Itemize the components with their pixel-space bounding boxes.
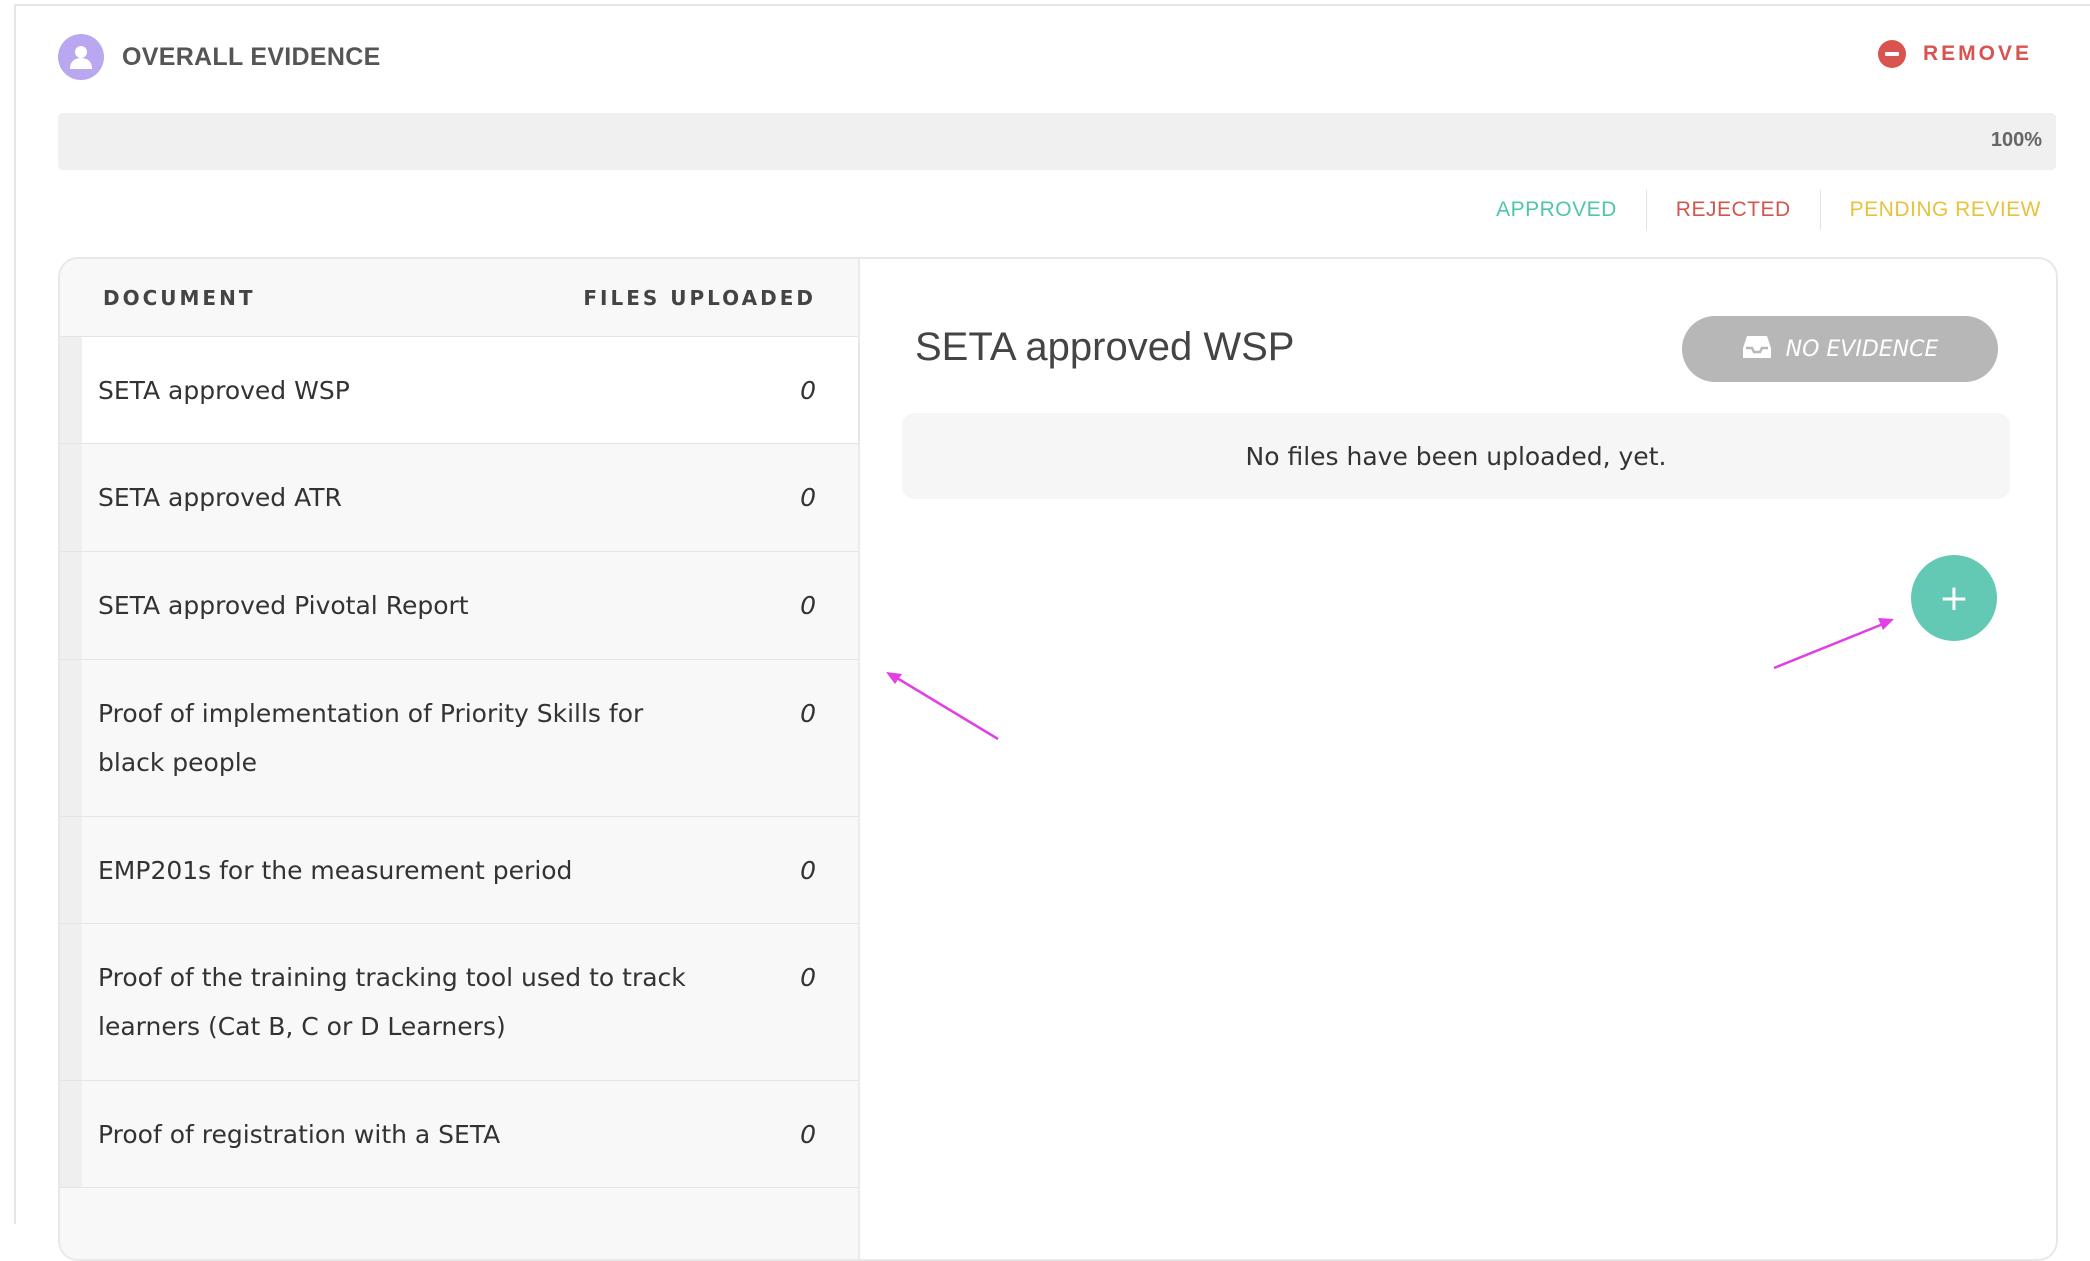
document-name: Proof of implementation of Priority Skil… bbox=[98, 699, 644, 777]
document-name: Proof of registration with a SETA bbox=[98, 1120, 501, 1149]
document-row[interactable]: Proof of implementation of Priority Skil… bbox=[60, 660, 858, 817]
row-status-stripe bbox=[60, 552, 82, 659]
document-row[interactable]: Proof of the training tracking tool used… bbox=[60, 924, 858, 1081]
minus-circle-icon bbox=[1878, 40, 1906, 68]
document-name: SETA approved ATR bbox=[98, 483, 342, 512]
evidence-progress-bar: 100% bbox=[58, 113, 2056, 170]
document-rows: SETA approved WSP 0 SETA approved ATR 0 … bbox=[60, 337, 858, 1188]
document-name: SETA approved WSP bbox=[98, 376, 350, 405]
files-uploaded-count: 0 bbox=[800, 963, 816, 992]
files-uploaded-count: 0 bbox=[800, 591, 816, 620]
progress-fill bbox=[58, 113, 2056, 170]
plus-icon: + bbox=[1938, 577, 1970, 619]
document-row[interactable]: SETA approved Pivotal Report 0 bbox=[60, 552, 858, 660]
document-table-header: DOCUMENT FILES UPLOADED bbox=[60, 259, 858, 337]
progress-percentage: 100% bbox=[1990, 129, 2042, 151]
add-evidence-button[interactable]: + bbox=[1911, 555, 1997, 641]
files-uploaded-count: 0 bbox=[800, 1120, 816, 1149]
document-row[interactable]: Proof of registration with a SETA 0 bbox=[60, 1081, 858, 1188]
evidence-status-label: NO EVIDENCE bbox=[1785, 336, 1939, 362]
document-list: DOCUMENT FILES UPLOADED SETA approved WS… bbox=[60, 259, 860, 1259]
evidence-header: OVERALL EVIDENCE bbox=[58, 34, 381, 80]
status-legend: APPROVED REJECTED PENDING REVIEW bbox=[1467, 190, 2041, 230]
row-status-stripe bbox=[60, 924, 82, 1080]
annotation-arrow-icon bbox=[886, 672, 999, 741]
document-row[interactable]: SETA approved ATR 0 bbox=[60, 444, 858, 552]
row-status-stripe bbox=[60, 444, 82, 551]
legend-rejected[interactable]: REJECTED bbox=[1647, 190, 1821, 230]
column-header-files-uploaded: FILES UPLOADED bbox=[583, 286, 816, 310]
document-name: EMP201s for the measurement period bbox=[98, 856, 573, 885]
files-uploaded-count: 0 bbox=[800, 699, 816, 728]
user-icon bbox=[58, 34, 104, 80]
remove-button[interactable]: REMOVE bbox=[1878, 40, 2032, 68]
legend-approved[interactable]: APPROVED bbox=[1467, 190, 1647, 230]
document-row[interactable]: SETA approved WSP 0 bbox=[60, 337, 858, 444]
annotation-arrow-icon bbox=[1773, 618, 1894, 670]
column-header-document: DOCUMENT bbox=[103, 286, 256, 310]
row-status-stripe bbox=[60, 660, 82, 816]
row-status-stripe bbox=[60, 337, 82, 443]
section-title: OVERALL EVIDENCE bbox=[122, 42, 381, 71]
document-detail: SETA approved WSP NO EVIDENCE No files h… bbox=[860, 259, 2056, 1259]
document-name: SETA approved Pivotal Report bbox=[98, 591, 469, 620]
evidence-status-button[interactable]: NO EVIDENCE bbox=[1682, 316, 1998, 382]
row-status-stripe bbox=[60, 817, 82, 923]
evidence-panel: DOCUMENT FILES UPLOADED SETA approved WS… bbox=[58, 257, 2058, 1261]
files-uploaded-count: 0 bbox=[800, 856, 816, 885]
files-uploaded-count: 0 bbox=[800, 483, 816, 512]
row-status-stripe bbox=[60, 1081, 82, 1187]
empty-files-message: No files have been uploaded, yet. bbox=[902, 413, 2010, 499]
remove-label: REMOVE bbox=[1923, 42, 2033, 65]
files-uploaded-count: 0 bbox=[800, 376, 816, 405]
selected-document-title: SETA approved WSP bbox=[915, 325, 1295, 369]
inbox-icon bbox=[1742, 334, 1772, 364]
document-name: Proof of the training tracking tool used… bbox=[98, 963, 686, 1041]
document-row[interactable]: EMP201s for the measurement period 0 bbox=[60, 817, 858, 924]
legend-pending-review[interactable]: PENDING REVIEW bbox=[1821, 190, 2041, 230]
